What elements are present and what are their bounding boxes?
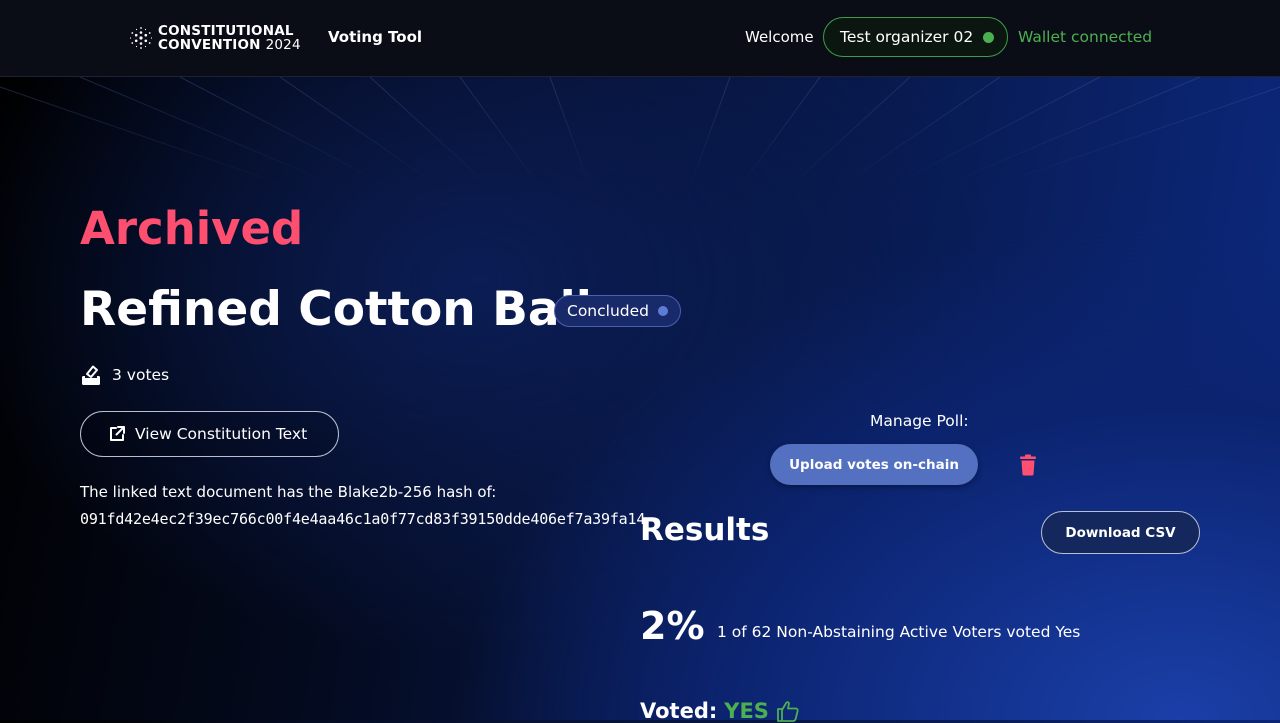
hash-value: 091fd42e4ec2f39ec766c00f4e4aa46c1a0f77cd… <box>80 510 646 528</box>
poll-title: Refined Cotton Ball <box>80 282 592 337</box>
top-navbar: CONSTITUTIONAL CONVENTION 2024 Voting To… <box>0 0 1280 77</box>
user-name: Test organizer 02 <box>840 28 974 46</box>
status-dot <box>658 306 668 316</box>
status-badge: Concluded <box>554 295 681 327</box>
status-badge-label: Concluded <box>567 302 649 320</box>
welcome-text: Welcome <box>745 28 814 46</box>
ballot-icon <box>82 365 100 385</box>
thumbs-up-icon <box>777 701 799 722</box>
trash-icon[interactable] <box>1019 454 1037 476</box>
decorative-grid <box>0 77 1280 187</box>
voted-choice: YES <box>724 699 769 723</box>
site-logo[interactable]: CONSTITUTIONAL CONVENTION 2024 <box>128 24 301 52</box>
yes-percentage: 2% <box>640 604 705 648</box>
results-description: 1 of 62 Non-Abstaining Active Voters vot… <box>717 623 1081 641</box>
logo-line2: CONVENTION 2024 <box>158 38 301 52</box>
upload-votes-button[interactable]: Upload votes on-chain <box>770 444 978 485</box>
voted-summary: Voted: YES <box>640 699 800 723</box>
poll-state-heading: Archived <box>80 202 304 255</box>
user-account-button[interactable]: Test organizer 02 <box>823 17 1008 57</box>
nav-voting-tool-link[interactable]: Voting Tool <box>328 28 422 46</box>
external-link-icon <box>110 426 125 441</box>
logo-line1: CONSTITUTIONAL <box>158 23 294 39</box>
manage-poll-label: Manage Poll: <box>870 412 969 430</box>
wallet-status: Wallet connected <box>1018 28 1153 46</box>
voted-label: Voted: <box>640 699 718 723</box>
logo-wordmark: CONSTITUTIONAL CONVENTION 2024 <box>158 24 301 52</box>
hash-label: The linked text document has the Blake2b… <box>80 483 497 501</box>
connected-status-dot <box>983 31 995 43</box>
download-csv-button[interactable]: Download CSV <box>1041 511 1200 554</box>
logo-year: 2024 <box>265 37 301 53</box>
cardano-logo-icon <box>129 27 153 49</box>
votes-count: 3 votes <box>80 364 169 386</box>
view-constitution-text-label: View Constitution Text <box>135 425 308 443</box>
logo-line2-text: CONVENTION <box>158 37 261 53</box>
view-constitution-text-button[interactable]: View Constitution Text <box>80 411 339 457</box>
votes-count-text: 3 votes <box>112 366 170 384</box>
results-heading: Results <box>640 512 770 548</box>
